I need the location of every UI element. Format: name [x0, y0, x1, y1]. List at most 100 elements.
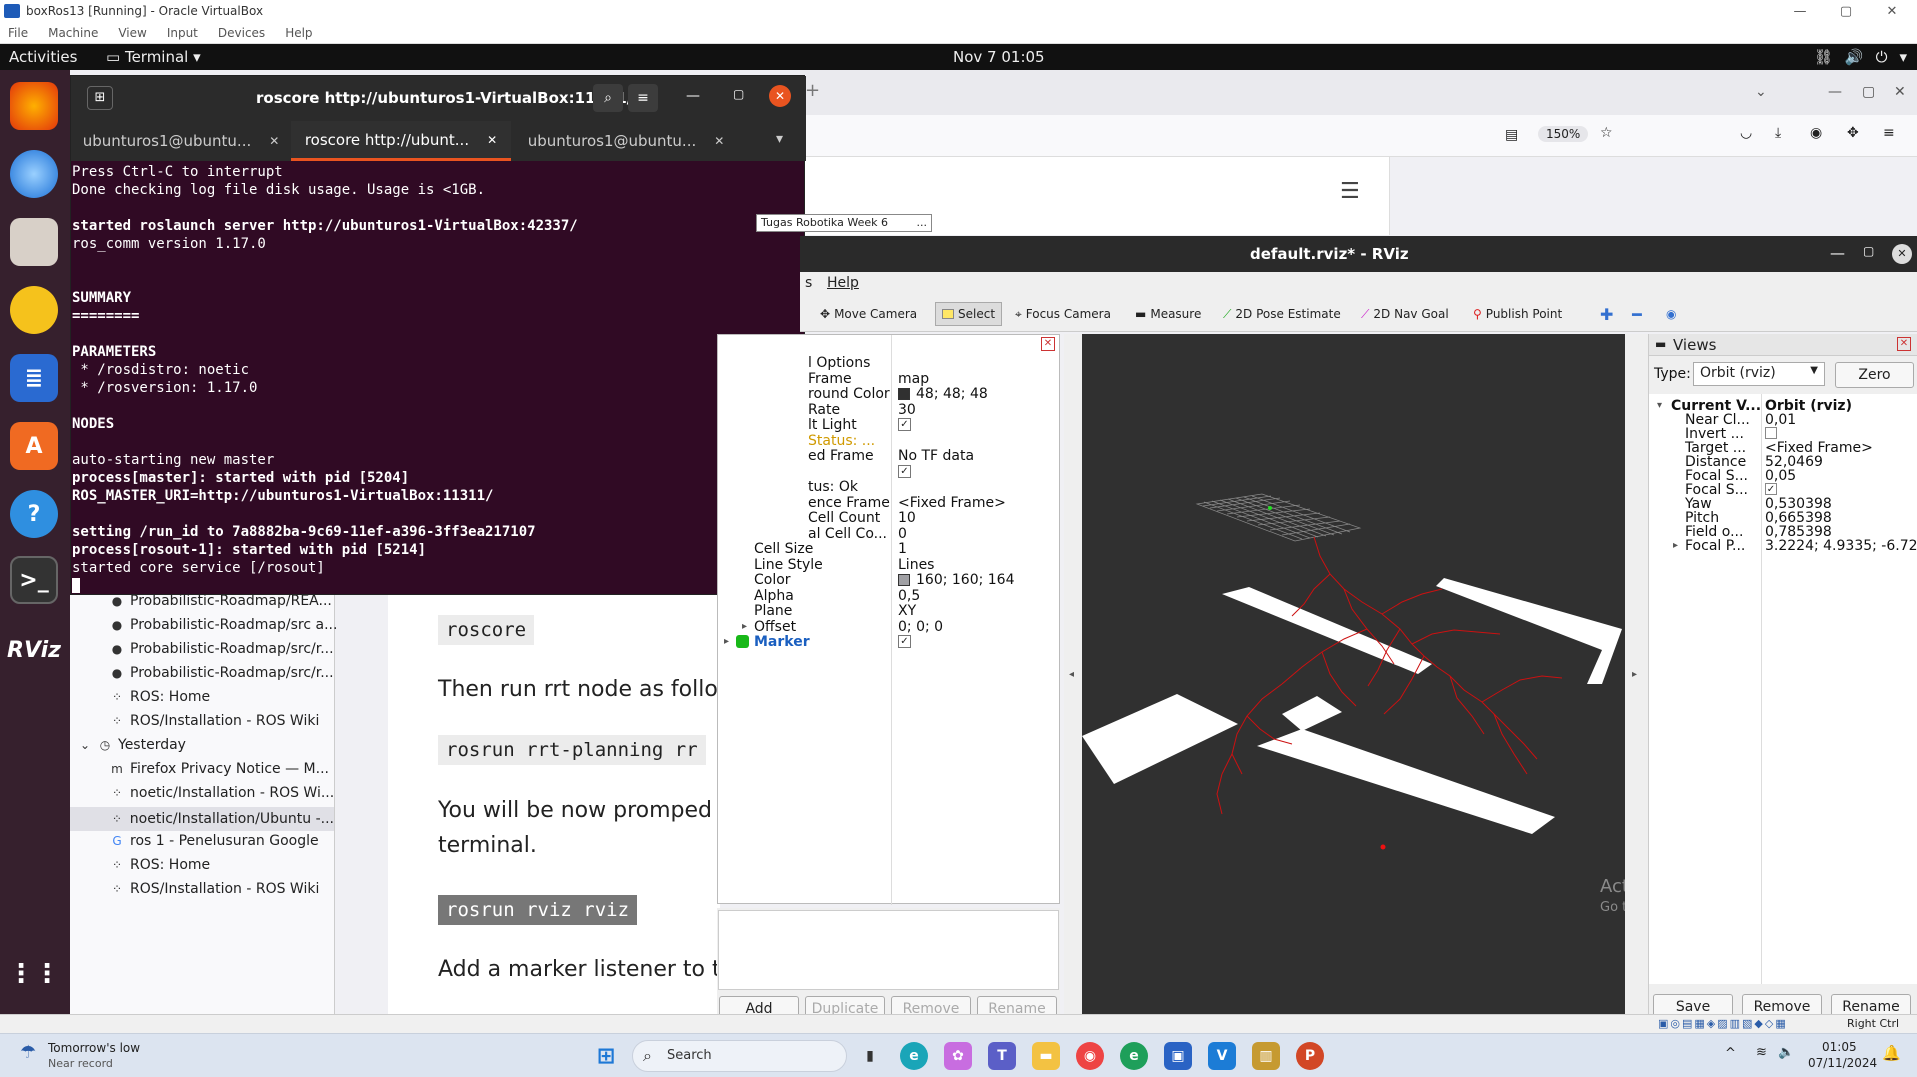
close-button[interactable]: ✕: [1869, 0, 1915, 22]
tab-terminal-3[interactable]: ubunturos1@ubuntu... ✕: [511, 121, 741, 161]
restore-button[interactable]: ▢: [1862, 84, 1875, 100]
volume-icon[interactable]: 🔈: [1778, 1045, 1794, 1060]
display-prop-key[interactable]: Plane: [754, 603, 792, 619]
pocket-icon[interactable]: ◡: [1740, 125, 1752, 141]
display-prop-value[interactable]: map: [898, 371, 929, 387]
maximize-button[interactable]: ▢: [733, 87, 744, 101]
display-prop-key[interactable]: Alpha: [754, 588, 794, 604]
terminal-app-menu[interactable]: ▭ Terminal ▾: [106, 48, 201, 66]
display-prop-value[interactable]: 30: [898, 402, 916, 418]
app-grid-icon[interactable]: ⋮⋮: [8, 950, 60, 998]
help-icon[interactable]: ?: [10, 490, 58, 538]
menu-help[interactable]: Help: [285, 26, 312, 40]
edge-dev-icon[interactable]: e: [1120, 1042, 1148, 1070]
display-prop-value[interactable]: 0; 0; 0: [898, 619, 943, 635]
search-icon[interactable]: ⌕: [593, 84, 623, 112]
history-group-yesterday[interactable]: ⌄ ◷ Yesterday: [78, 737, 186, 753]
menu-help[interactable]: Help: [827, 275, 859, 291]
bookmark-star-icon[interactable]: ☆: [1600, 125, 1613, 141]
tab-terminal-2[interactable]: roscore http://ubunt... ✕: [291, 121, 511, 161]
minimize-button[interactable]: —: [1777, 0, 1823, 22]
display-prop-value[interactable]: 0: [898, 526, 907, 542]
display-prop-key[interactable]: ence Frame: [808, 495, 890, 511]
remove-tool-icon[interactable]: ━: [1632, 302, 1642, 326]
close-button[interactable]: ✕: [769, 85, 791, 107]
display-prop-value[interactable]: 0,5: [898, 588, 920, 604]
expand-focal-point-icon[interactable]: ▸: [1673, 540, 1678, 551]
view-prop-value[interactable]: 0,05: [1765, 468, 1796, 484]
pose-estimate-tool[interactable]: ⟋ 2D Pose Estimate: [1223, 302, 1341, 326]
wifi-icon[interactable]: ≋: [1756, 1045, 1767, 1060]
tray-overflow-icon[interactable]: ^: [1725, 1046, 1736, 1061]
menu-devices[interactable]: Devices: [218, 26, 265, 40]
rhythmbox-icon[interactable]: [10, 286, 58, 334]
display-prop-value[interactable]: 1: [898, 541, 907, 557]
files-icon[interactable]: [10, 218, 58, 266]
display-prop-key[interactable]: Frame: [808, 371, 852, 387]
history-item[interactable]: m Firefox Privacy Notice — M...: [110, 761, 329, 777]
rviz-icon[interactable]: RViz: [7, 626, 61, 674]
history-item[interactable]: ⁘ ROS/Installation - ROS Wiki: [110, 881, 319, 897]
writer-icon[interactable]: ≣: [10, 354, 58, 402]
clock[interactable]: Nov 7 01:05: [953, 48, 1045, 66]
taskbar-search[interactable]: ⌕ Search: [632, 1040, 847, 1072]
history-item[interactable]: ⁘ ROS/Installation - ROS Wiki: [110, 713, 319, 729]
display-prop-value[interactable]: XY: [898, 603, 916, 619]
focus-camera-tool[interactable]: ⌖ Focus Camera: [1015, 302, 1111, 326]
tool-properties-icon[interactable]: ◉: [1666, 302, 1676, 326]
download-icon[interactable]: ⤓: [1775, 125, 1781, 141]
history-item[interactable]: ⁘ noetic/Installation - ROS Wi...: [110, 785, 334, 801]
maximize-button[interactable]: ▢: [1863, 244, 1874, 258]
nav-goal-tool[interactable]: ⟋ 2D Nav Goal: [1361, 302, 1449, 326]
new-tab-plus-icon[interactable]: +: [805, 80, 820, 101]
vscode-icon[interactable]: V: [1208, 1042, 1236, 1070]
display-prop-key[interactable]: lt Light: [808, 417, 857, 433]
extensions-icon[interactable]: ✥: [1847, 125, 1859, 141]
notifications-icon[interactable]: 🔔: [1882, 1044, 1901, 1062]
select-tool[interactable]: Select: [935, 302, 1003, 326]
history-item[interactable]: Gros 1 - Penelusuran Google: [110, 833, 318, 849]
account-icon[interactable]: ◉: [1810, 125, 1822, 141]
store-icon[interactable]: ▣: [1164, 1042, 1192, 1070]
tab-list-chevron-icon[interactable]: ⌄: [1755, 84, 1767, 100]
history-item[interactable]: ⁘ ROS: Home: [110, 689, 210, 705]
invert-z-checkbox[interactable]: [1765, 427, 1777, 439]
zero-button[interactable]: Zero: [1835, 362, 1914, 388]
minimize-button[interactable]: —: [1830, 244, 1845, 262]
file-explorer-icon[interactable]: ▬: [1032, 1042, 1060, 1070]
close-button[interactable]: ✕: [1894, 84, 1906, 100]
weather-icon[interactable]: ☂: [20, 1042, 36, 1063]
display-prop-value[interactable]: Lines: [898, 557, 934, 573]
minimize-button[interactable]: —: [1828, 84, 1842, 100]
menu-machine[interactable]: Machine: [48, 26, 98, 40]
publish-point-tool[interactable]: ⚲ Publish Point: [1473, 302, 1562, 326]
firefox-icon[interactable]: [10, 82, 58, 130]
display-prop-key[interactable]: Marker: [754, 634, 810, 650]
history-item-selected[interactable]: ⁘ noetic/Installation/Ubuntu -...: [70, 807, 334, 831]
marker-enabled-checkbox[interactable]: ✓: [898, 635, 911, 648]
maximize-button[interactable]: ▢: [1823, 0, 1869, 22]
zoom-level[interactable]: 150%: [1538, 126, 1589, 142]
display-prop-key[interactable]: Offset: [754, 619, 796, 635]
windows-start-icon[interactable]: ⊞: [592, 1042, 620, 1070]
display-prop-value[interactable]: 160; 160; 164: [916, 572, 1015, 588]
display-prop-value[interactable]: 48; 48; 48: [916, 386, 988, 402]
display-prop-key[interactable]: Color: [754, 572, 791, 588]
close-tab-icon[interactable]: ✕: [487, 133, 497, 147]
software-icon[interactable]: A: [10, 422, 58, 470]
menu-icon[interactable]: ≡: [628, 84, 658, 112]
view-prop-value[interactable]: 3.2224; 4.9335; -6.722: [1765, 538, 1917, 554]
activities-button[interactable]: Activities: [9, 48, 77, 66]
display-prop-key[interactable]: Rate: [808, 402, 840, 418]
close-panel-icon[interactable]: ✕: [1041, 337, 1055, 351]
view-prop-key[interactable]: Focal P...: [1685, 538, 1745, 554]
chrome-icon[interactable]: ◉: [1076, 1042, 1104, 1070]
menu-icon[interactable]: ≡: [1883, 125, 1895, 141]
history-item[interactable]: ● Probabilistic-Roadmap/src a...: [110, 617, 338, 633]
close-button[interactable]: ✕: [1892, 244, 1912, 264]
display-prop-key[interactable]: Cell Size: [754, 541, 813, 557]
thunderbird-icon[interactable]: [10, 150, 58, 198]
collapse-current-view-icon[interactable]: ▾: [1657, 400, 1662, 411]
history-item[interactable]: ● Probabilistic-Roadmap/src/r...: [110, 665, 334, 681]
menu-view[interactable]: View: [118, 26, 146, 40]
